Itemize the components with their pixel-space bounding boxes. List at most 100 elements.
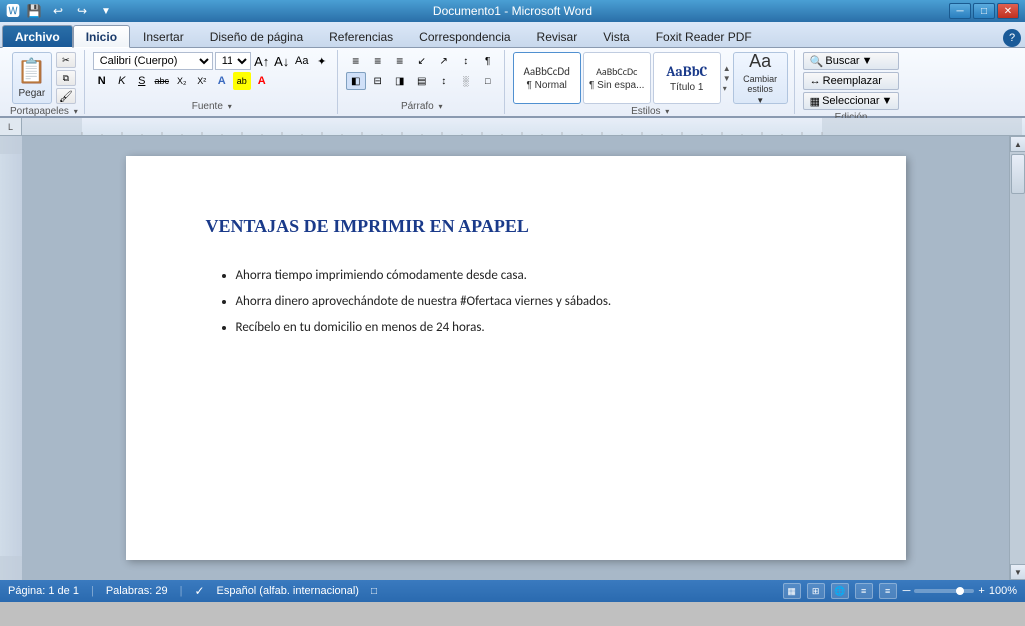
outline-button[interactable]: ≡: [855, 583, 873, 599]
fuente-expand[interactable]: ▾: [228, 102, 232, 111]
reemplazar-button[interactable]: ↔ Reemplazar: [803, 72, 900, 90]
italic-button[interactable]: K: [113, 72, 131, 90]
qa-dropdown[interactable]: ▼: [96, 2, 116, 20]
horizontal-ruler: [22, 118, 1025, 136]
styles-panel: AaBbCcDd ¶ Normal AaBbCcDc ¶ Sin espa...…: [513, 52, 788, 104]
para-row-2: ◧ ⊟ ◨ ▤ ↕ ░ □: [346, 72, 498, 90]
cambiar-estilos-button[interactable]: Aa Cambiarestilos ▼: [733, 52, 788, 104]
tab-correspondencia[interactable]: Correspondencia: [406, 25, 523, 47]
bold-button[interactable]: N: [93, 72, 111, 90]
draft-button[interactable]: ≡: [879, 583, 897, 599]
copy-button[interactable]: ⧉: [56, 70, 76, 86]
sort-button[interactable]: ↕: [456, 52, 476, 70]
scroll-down-button[interactable]: ▼: [1010, 564, 1025, 580]
line-spacing-button[interactable]: ↕: [434, 72, 454, 90]
bullets-button[interactable]: ≡: [346, 52, 366, 70]
subscript-button[interactable]: X₂: [173, 72, 191, 90]
zoom-plus-button[interactable]: +: [978, 585, 984, 597]
list-item: Recíbelo en tu domicilio en menos de 24 …: [236, 319, 826, 337]
decrease-indent-button[interactable]: ↙: [412, 52, 432, 70]
editing-buttons: 🔍 Buscar ▼ ↔ Reemplazar ▦ Seleccionar ▼: [803, 52, 900, 110]
strikethrough-button[interactable]: abc: [153, 72, 171, 90]
fuente-content: Calibri (Cuerpo) 11 A↑ A↓ Aa ✦ N K S abc…: [93, 52, 331, 99]
show-marks-button[interactable]: ¶: [478, 52, 498, 70]
print-layout-button[interactable]: ▦: [783, 583, 801, 599]
paste-button[interactable]: 📋 Pegar: [12, 52, 52, 104]
font-shrink-button[interactable]: A↓: [273, 52, 291, 70]
qa-undo[interactable]: ↩: [48, 2, 68, 20]
maximize-button[interactable]: □: [973, 3, 995, 19]
styles-scroll-down[interactable]: ▼: [723, 74, 731, 83]
tab-vista[interactable]: Vista: [590, 25, 642, 47]
align-center-button[interactable]: ⊟: [368, 72, 388, 90]
tab-foxit[interactable]: Foxit Reader PDF: [643, 25, 765, 47]
cambiar-label: Cambiarestilos: [743, 74, 777, 94]
shading-button[interactable]: ░: [456, 72, 476, 90]
buscar-dropdown[interactable]: ▼: [862, 55, 873, 67]
clear-format-button[interactable]: ✦: [313, 52, 331, 70]
multilevel-button[interactable]: ≡: [390, 52, 410, 70]
font-color-button[interactable]: A: [253, 72, 271, 90]
format-painter-button[interactable]: 🖌: [56, 88, 76, 104]
tab-diseno[interactable]: Diseño de página: [197, 25, 316, 47]
style-normal-preview: AaBbCcDd: [524, 65, 570, 78]
seleccionar-dropdown[interactable]: ▼: [882, 95, 893, 107]
styles-expand[interactable]: ▾: [723, 84, 731, 93]
parrafo-expand[interactable]: ▾: [439, 102, 443, 111]
cambiar-icon: Aa: [749, 51, 771, 72]
ribbon-group-edicion: 🔍 Buscar ▼ ↔ Reemplazar ▦ Seleccionar ▼ …: [797, 50, 906, 114]
search-icon: 🔍: [810, 55, 824, 68]
main-area: VENTAJAS DE IMPRIMIR EN APAPEL Ahorra ti…: [0, 136, 1025, 580]
fullscreen-button[interactable]: ⊞: [807, 583, 825, 599]
qa-redo[interactable]: ↪: [72, 2, 92, 20]
align-left-button[interactable]: ◧: [346, 72, 366, 90]
underline-button[interactable]: S: [133, 72, 151, 90]
style-noesp[interactable]: AaBbCcDc ¶ Sin espa...: [583, 52, 651, 104]
portapapeles-expand[interactable]: ▾: [74, 107, 78, 116]
document-title: VENTAJAS DE IMPRIMIR EN APAPEL: [206, 216, 826, 237]
seleccionar-icon: ▦: [810, 95, 820, 108]
borders-button[interactable]: □: [478, 72, 498, 90]
clipboard-small-buttons: ✂ ⧉ 🖌: [56, 52, 76, 104]
tab-inicio[interactable]: Inicio: [73, 25, 130, 48]
scroll-thumb[interactable]: [1011, 154, 1025, 194]
seleccionar-label: Seleccionar: [822, 95, 879, 107]
scroll-track[interactable]: [1010, 152, 1025, 564]
tab-revisar[interactable]: Revisar: [524, 25, 591, 47]
title-bar-left: 🆆 💾 ↩ ↪ ▼: [6, 1, 116, 21]
font-size-select[interactable]: 11: [215, 52, 251, 70]
seleccionar-button[interactable]: ▦ Seleccionar ▼: [803, 92, 900, 110]
help-button[interactable]: ?: [1003, 29, 1021, 47]
highlight-button[interactable]: ab: [233, 72, 251, 90]
estilos-expand[interactable]: ▾: [665, 107, 669, 116]
tab-referencias[interactable]: Referencias: [316, 25, 406, 47]
align-right-button[interactable]: ◨: [390, 72, 410, 90]
zoom-slider[interactable]: [914, 589, 974, 593]
change-case-button[interactable]: Aa: [293, 52, 311, 70]
ruler-corner[interactable]: L: [0, 118, 22, 136]
style-normal[interactable]: AaBbCcDd ¶ Normal: [513, 52, 581, 104]
superscript-button[interactable]: X²: [193, 72, 211, 90]
estilos-label: Estilos ▾: [513, 106, 788, 117]
zoom-minus-button[interactable]: ─: [903, 585, 911, 597]
style-titulo1[interactable]: AaBbC Título 1: [653, 52, 721, 104]
buscar-button[interactable]: 🔍 Buscar ▼: [803, 52, 900, 70]
styles-scroll-up[interactable]: ▲: [723, 64, 731, 73]
close-button[interactable]: ✕: [997, 3, 1019, 19]
style-normal-label: ¶ Normal: [527, 80, 567, 91]
increase-indent-button[interactable]: ↗: [434, 52, 454, 70]
fuente-label: Fuente ▾: [93, 101, 331, 112]
justify-button[interactable]: ▤: [412, 72, 432, 90]
tab-insertar[interactable]: Insertar: [130, 25, 197, 47]
paste-label: Pegar: [19, 88, 46, 99]
minimize-button[interactable]: ─: [949, 3, 971, 19]
cut-button[interactable]: ✂: [56, 52, 76, 68]
web-layout-button[interactable]: 🌐: [831, 583, 849, 599]
font-family-select[interactable]: Calibri (Cuerpo): [93, 52, 213, 70]
tab-archivo[interactable]: Archivo: [2, 25, 73, 48]
font-grow-button[interactable]: A↑: [253, 52, 271, 70]
text-effects-button[interactable]: A: [213, 72, 231, 90]
numbering-button[interactable]: ≡: [368, 52, 388, 70]
scroll-up-button[interactable]: ▲: [1010, 136, 1025, 152]
qa-save[interactable]: 💾: [24, 2, 44, 20]
